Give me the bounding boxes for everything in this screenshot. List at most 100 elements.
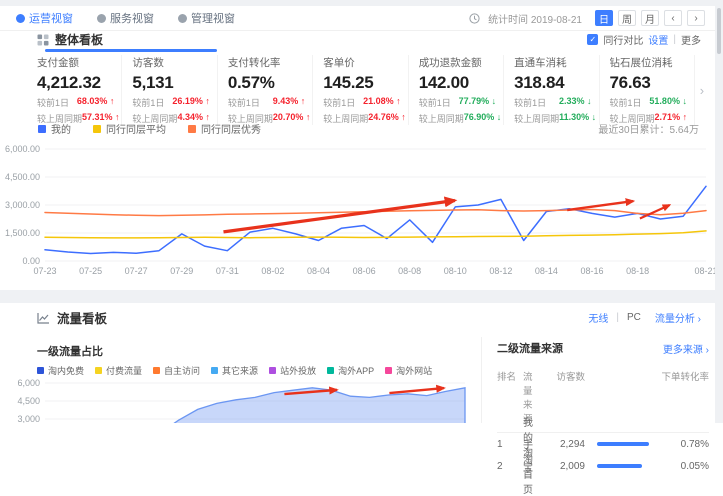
metric-card-payment-amount[interactable]: 支付金额 4,212.32 较前1日68.03% ↑ 较上周同期57.31% ↑	[37, 55, 122, 125]
trend-line-chart[interactable]: 6,000.004,500.003,000.001,500.000.0007-2…	[0, 137, 723, 282]
clock-icon	[469, 13, 480, 24]
delta-label: 较上周同期	[419, 112, 464, 125]
legend-label: 其它来源	[222, 364, 258, 377]
visitors-bar	[597, 464, 642, 468]
tab-service-view[interactable]: 服务视窗	[97, 10, 154, 26]
svg-text:08-12: 08-12	[489, 266, 512, 276]
legend-label: 同行同层平均	[106, 121, 166, 136]
legend-swatch	[153, 367, 160, 374]
scrollbar-track[interactable]	[715, 0, 723, 423]
more-sources-link[interactable]: 更多来源 ›	[663, 341, 709, 356]
legend-label: 淘外网站	[396, 364, 432, 377]
table-row[interactable]: 2 手淘首页 2,009 0.05%	[497, 455, 709, 477]
card-title: 成功退款金额	[419, 55, 496, 70]
conversion-cell: 0.05%	[651, 461, 709, 472]
legend-label: 淘外APP	[338, 364, 374, 377]
legend-swatch	[38, 125, 46, 133]
legend-swatch	[385, 367, 392, 374]
svg-text:08-18: 08-18	[626, 266, 649, 276]
metric-card-zhitongche-spend[interactable]: 直通车消耗 318.84 较前1日2.33% ↓ 较上周同期11.30% ↓	[504, 55, 599, 125]
metric-cards-row: 支付金额 4,212.32 较前1日68.03% ↑ 较上周同期57.31% ↑…	[37, 55, 709, 125]
card-value: 5,131	[132, 73, 209, 93]
metric-card-refund-amount[interactable]: 成功退款金额 142.00 较前1日77.79% ↓ 较上周同期76.90% ↓	[409, 55, 504, 125]
legend-label: 付费流量	[106, 364, 142, 377]
scrollbar-thumb[interactable]	[717, 8, 721, 54]
metric-card-avg-order-value[interactable]: 客单价 145.25 较前1日21.08% ↑ 较上周同期24.76% ↑	[313, 55, 408, 125]
toggle-divider: |	[616, 312, 619, 323]
date-prev-button[interactable]: ‹	[664, 10, 682, 26]
legend-item-taowai-app[interactable]: 淘外APP	[327, 364, 374, 377]
panel-divider	[481, 337, 482, 423]
card-value: 142.00	[419, 73, 496, 93]
period-month-button[interactable]: 月	[641, 10, 659, 26]
delta-row: 较上周同期11.30% ↓	[514, 112, 591, 125]
svg-text:08-02: 08-02	[261, 266, 284, 276]
traffic-analysis-link[interactable]: 流量分析 ›	[655, 310, 701, 325]
svg-text:07-27: 07-27	[125, 266, 148, 276]
toggle-wireless[interactable]: 无线	[588, 310, 608, 325]
peer-compare-checkbox[interactable]: ✓	[587, 34, 598, 45]
col-conversion: 下单转化率	[651, 369, 709, 425]
card-title: 支付转化率	[228, 55, 305, 70]
traffic-area-chart[interactable]: 6,0004,5003,000	[0, 377, 470, 423]
tab-label: 管理视窗	[191, 10, 235, 26]
header-divider: |	[673, 34, 676, 45]
legend-item-taonei-free[interactable]: 淘内免费	[37, 364, 84, 377]
svg-text:07-29: 07-29	[170, 266, 193, 276]
legend-item-direct-visit[interactable]: 自主访问	[153, 364, 200, 377]
period-week-button[interactable]: 周	[618, 10, 636, 26]
svg-text:6,000.00: 6,000.00	[5, 144, 40, 154]
tab-operations-view[interactable]: 运营视窗	[16, 10, 73, 26]
secondary-sources-header: 二级流量来源 更多来源 ›	[497, 340, 709, 356]
secondary-sources-panel: 二级流量来源 更多来源 › 排名 流量来源 访客数 下单转化率 1 我的淘宝 2…	[497, 340, 709, 477]
compare-settings-link[interactable]: 设置	[648, 32, 668, 47]
legend-label: 站外投放	[280, 364, 316, 377]
delta-label: 较前1日	[323, 96, 355, 109]
tab-management-view[interactable]: 管理视窗	[178, 10, 235, 26]
delta-value: 11.30% ↓	[559, 112, 596, 125]
delta-value: 9.43% ↑	[273, 96, 306, 109]
card-value: 76.63	[610, 73, 687, 93]
legend-item-peer-excellent[interactable]: 同行同层优秀	[188, 121, 261, 136]
delta-value: 2.33% ↓	[559, 96, 592, 109]
dashboard-grid-icon	[37, 34, 49, 46]
bar-cell	[585, 442, 651, 446]
legend-item-taowai-web[interactable]: 淘外网站	[385, 364, 432, 377]
traffic-section-title: 流量看板	[57, 308, 107, 327]
delta-label: 较前1日	[514, 96, 546, 109]
svg-text:3,000: 3,000	[17, 414, 40, 423]
traffic-legend: 淘内免费 付费流量 自主访问 其它来源 站外投放 淘外APP 淘外网站	[37, 364, 432, 377]
delta-value: 68.03% ↑	[77, 96, 115, 109]
legend-label: 淘内免费	[48, 364, 84, 377]
metric-card-visitors[interactable]: 访客数 5,131 较前1日26.19% ↑ 较上周同期4.34% ↑	[122, 55, 217, 125]
legend-item-paid-traffic[interactable]: 付费流量	[95, 364, 142, 377]
delta-row: 较前1日26.19% ↑	[132, 96, 209, 109]
card-title: 支付金额	[37, 55, 114, 70]
delta-row: 较前1日9.43% ↑	[228, 96, 305, 109]
delta-value: 76.90% ↓	[464, 112, 502, 125]
legend-item-offsite-ads[interactable]: 站外投放	[269, 364, 316, 377]
metric-card-zuanshi-spend[interactable]: 钻石展位消耗 76.63 较前1日51.80% ↓ 较上周同期2.71% ↑	[600, 55, 695, 125]
legend-swatch	[37, 367, 44, 374]
section-divider-band	[0, 290, 715, 303]
service-view-icon	[97, 14, 106, 23]
svg-text:0.00: 0.00	[22, 256, 40, 266]
trend-30day-summary: 最近30日累计：5.64万	[598, 121, 699, 136]
date-next-button[interactable]: ›	[687, 10, 705, 26]
legend-item-other-sources[interactable]: 其它来源	[211, 364, 258, 377]
legend-item-mine[interactable]: 我的	[38, 121, 71, 136]
legend-swatch	[269, 367, 276, 374]
svg-text:6,000: 6,000	[17, 378, 40, 388]
legend-swatch	[95, 367, 102, 374]
delta-label: 较上周同期	[514, 112, 559, 125]
compare-more-link[interactable]: 更多	[681, 32, 701, 47]
tab-label: 服务视窗	[110, 10, 154, 26]
toggle-pc[interactable]: PC	[627, 312, 641, 323]
peer-compare-controls: ✓ 同行对比 设置 | 更多	[587, 32, 701, 47]
period-day-button[interactable]: 日	[595, 10, 613, 26]
cards-next-icon[interactable]: ›	[695, 55, 709, 125]
delta-row: 较前1日77.79% ↓	[419, 96, 496, 109]
legend-swatch	[188, 125, 196, 133]
legend-item-peer-average[interactable]: 同行同层平均	[93, 121, 166, 136]
metric-card-conversion-rate[interactable]: 支付转化率 0.57% 较前1日9.43% ↑ 较上周同期20.70% ↑	[218, 55, 313, 125]
